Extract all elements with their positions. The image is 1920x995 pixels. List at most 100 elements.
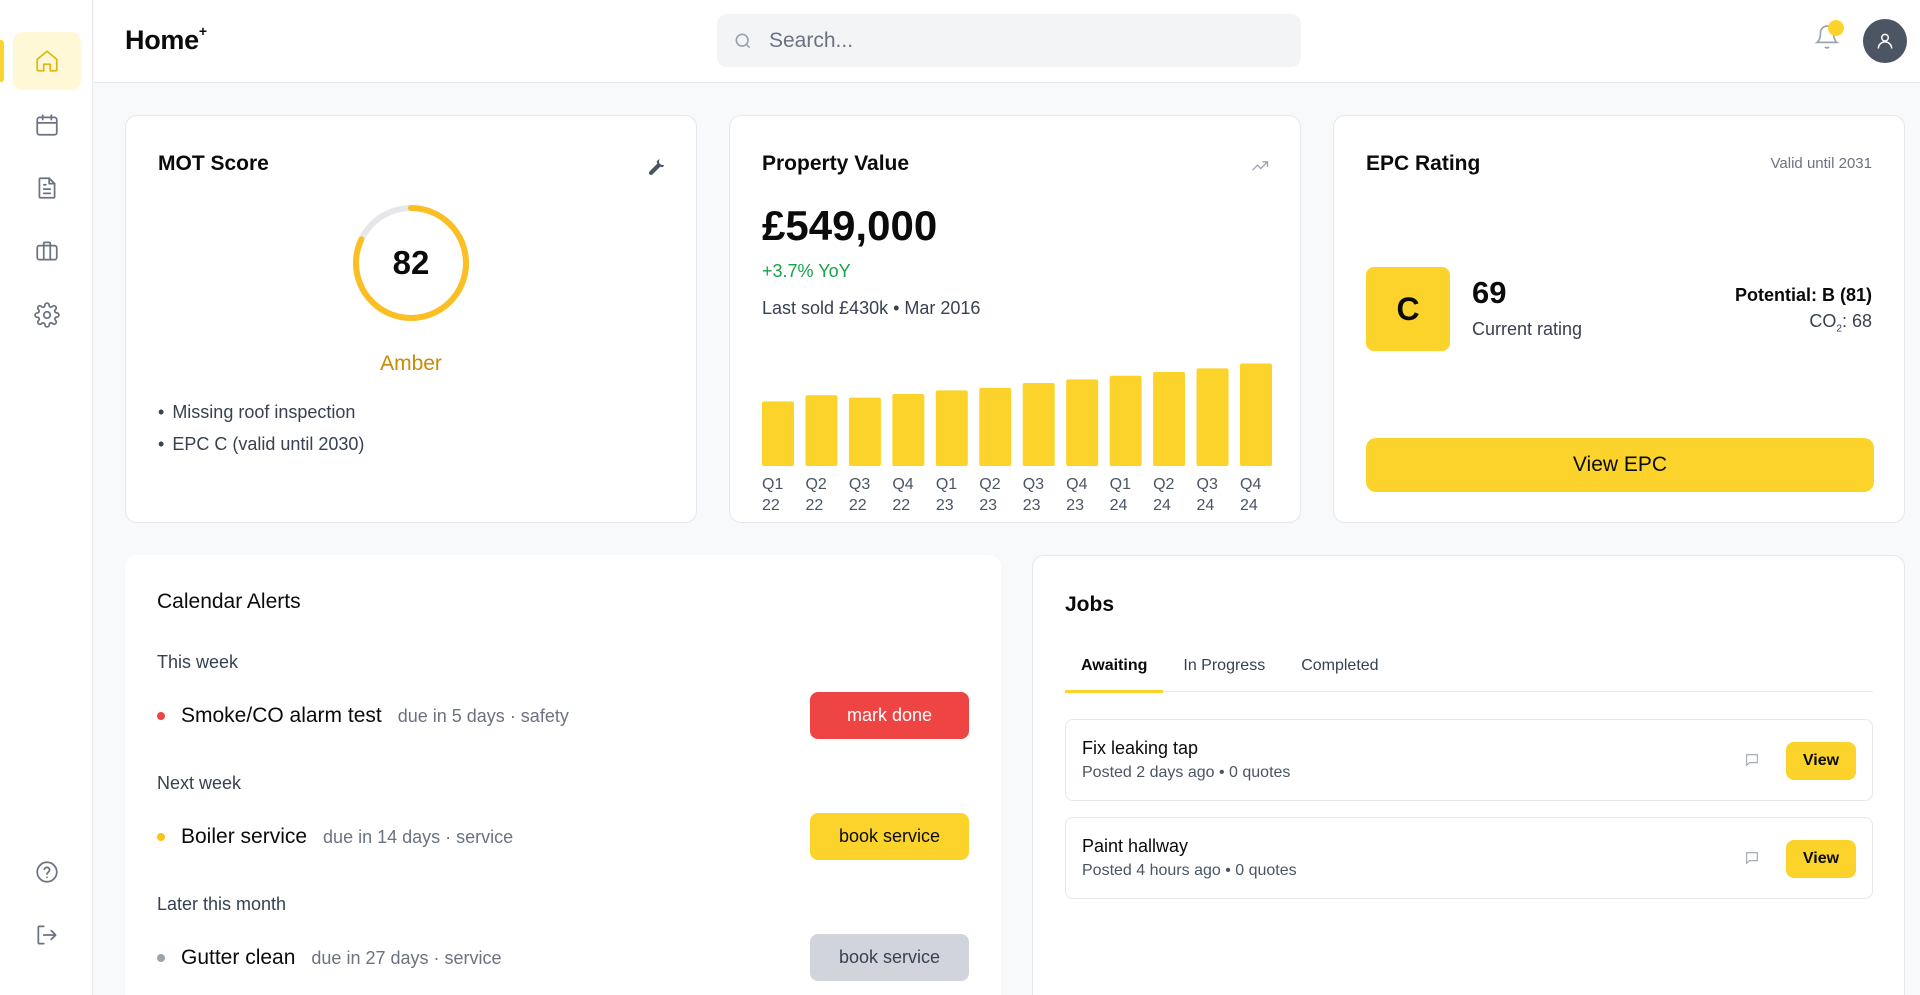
chart-tick-label: 23 — [1023, 497, 1041, 514]
notification-dot — [1828, 20, 1844, 36]
mot-score-value: 82 — [392, 244, 430, 281]
help-icon — [36, 861, 58, 883]
tab-in-progress[interactable]: In Progress — [1167, 651, 1281, 692]
gear-icon — [34, 302, 60, 328]
chart-tick-label: 22 — [805, 497, 823, 514]
logout-icon — [37, 925, 57, 945]
view-job-button[interactable]: View — [1786, 840, 1856, 878]
sidebar-item-logout[interactable] — [13, 906, 81, 964]
calendar-title: Calendar Alerts — [157, 590, 301, 613]
alert-meta: due in 27 days · service — [311, 947, 502, 968]
trend-up-icon — [1250, 156, 1270, 181]
alert-name: Gutter clean — [181, 946, 296, 969]
chart-tick-label: 23 — [936, 497, 954, 514]
chart-tick-label: 23 — [1066, 497, 1084, 514]
mot-issues-list: Missing roof inspection EPC C (valid unt… — [158, 396, 364, 460]
tab-awaiting[interactable]: Awaiting — [1065, 651, 1164, 693]
property-value: £549,000 — [762, 202, 938, 249]
job-title: Fix leaking tap — [1082, 738, 1199, 758]
epc-potential: Potential: B (81) — [1734, 285, 1872, 305]
sidebar-item-calendar[interactable] — [13, 96, 81, 154]
epc-title: EPC Rating — [1366, 152, 1481, 175]
job-meta: Posted 2 days ago • 0 quotes — [1082, 764, 1291, 781]
chart-tick-label: Q4 — [1240, 476, 1261, 493]
search-icon — [735, 33, 751, 48]
calendar-alert-item: Smoke/CO alarm test due in 5 days · safe… — [157, 692, 969, 740]
chart-tick-label: Q2 — [1153, 476, 1174, 493]
property-value-chart: Q1 22 Q2 22 Q3 22 Q4 22 Q1 23 Q2 23 Q3 23 Q4 23 Q1 24 Q2 24… — [762, 363, 1272, 514]
chart-bar — [892, 394, 925, 466]
job-meta: Posted 4 hours ago • 0 quotes — [1082, 862, 1297, 879]
jobs-tabs: Awaiting In Progress Completed — [1065, 651, 1873, 693]
chart-tick-label: 22 — [762, 497, 780, 514]
search-bar[interactable] — [717, 14, 1301, 67]
sidebar-item-jobs[interactable] — [13, 222, 81, 280]
mot-status: Amber — [380, 352, 442, 375]
chart-tick-label: Q1 — [936, 476, 957, 493]
property-yoy: +3.7% YoY — [762, 261, 851, 281]
chart-tick-label: Q4 — [1066, 476, 1087, 493]
sidebar-item-help[interactable] — [13, 843, 81, 901]
chart-bar — [805, 395, 838, 466]
mot-score-card: MOT Score 82 Amber Missing roof inspecti… — [125, 115, 697, 523]
jobs-card: Jobs Awaiting In Progress Completed Fix … — [1032, 555, 1905, 995]
epc-valid-until: Valid until 2031 — [1770, 155, 1872, 172]
brand-logo[interactable]: Home+ — [125, 23, 207, 56]
calendar-section-label: Next week — [157, 773, 242, 793]
chart-tick-label: 24 — [1240, 497, 1258, 514]
priority-dot — [157, 833, 165, 841]
book-service-button[interactable]: book service — [810, 934, 969, 981]
chart-bar — [979, 387, 1012, 466]
calendar-icon — [36, 114, 58, 136]
chart-tick-label: Q4 — [892, 476, 913, 493]
chart-tick-label: Q3 — [849, 476, 870, 493]
chart-tick-label: Q2 — [805, 476, 826, 493]
wrench-icon[interactable] — [644, 154, 668, 178]
chart-bar — [1153, 372, 1186, 466]
alert-meta: due in 5 days · safety — [397, 705, 569, 726]
co2-value: : 68 — [1841, 311, 1872, 331]
calendar-section-label: This week — [157, 652, 239, 672]
epc-co2: CO2: 68 — [1809, 311, 1872, 335]
calendar-alert-item: Boiler service due in 14 days · service … — [157, 813, 969, 861]
property-title: Property Value — [762, 152, 910, 175]
calendar-section-label: Later this month — [157, 894, 287, 914]
brand-name: Home — [125, 25, 199, 55]
mot-issue: Missing roof inspection — [158, 396, 364, 428]
view-epc-button[interactable]: View EPC — [1366, 438, 1874, 492]
chart-tick-label: 24 — [1197, 497, 1215, 514]
job-item[interactable]: Fix leaking tap Posted 2 days ago • 0 qu… — [1065, 719, 1873, 801]
chart-bar — [935, 390, 968, 466]
message-icon[interactable] — [1744, 850, 1760, 871]
alert-name: Smoke/CO alarm test — [181, 704, 382, 727]
chart-tick-label: Q3 — [1197, 476, 1218, 493]
jobs-title: Jobs — [1065, 593, 1115, 616]
sidebar-item-documents[interactable] — [13, 159, 81, 217]
chart-tick-label: Q1 — [762, 476, 783, 493]
priority-dot — [157, 712, 165, 720]
book-service-button[interactable]: book service — [810, 813, 969, 860]
property-value-card: Property Value £549,000 +3.7% YoY Last s… — [729, 115, 1301, 523]
co2-label: CO — [1809, 311, 1837, 331]
sidebar-item-settings[interactable] — [13, 286, 81, 344]
chart-bar — [1240, 363, 1272, 466]
chart-bar — [848, 397, 881, 466]
home-icon — [36, 50, 58, 72]
view-job-button[interactable]: View — [1786, 742, 1856, 780]
alert-meta: due in 14 days · service — [323, 826, 514, 847]
epc-band-badge: C — [1366, 267, 1450, 351]
sidebar-item-home[interactable] — [0, 32, 81, 90]
chart-tick-label: 23 — [979, 497, 997, 514]
search-input[interactable] — [769, 28, 1269, 53]
chart-bar — [1109, 375, 1142, 466]
message-icon[interactable] — [1744, 752, 1760, 773]
avatar[interactable] — [1863, 19, 1907, 63]
job-item[interactable]: Paint hallway Posted 4 hours ago • 0 quo… — [1065, 817, 1873, 899]
chart-bar — [762, 401, 794, 466]
tab-completed[interactable]: Completed — [1285, 651, 1394, 692]
chart-tick-label: 22 — [892, 497, 910, 514]
mot-title: MOT Score — [158, 152, 269, 175]
chart-bar — [1196, 368, 1229, 466]
top-header: Home+ — [94, 0, 1920, 83]
mark-done-button[interactable]: mark done — [810, 692, 969, 739]
